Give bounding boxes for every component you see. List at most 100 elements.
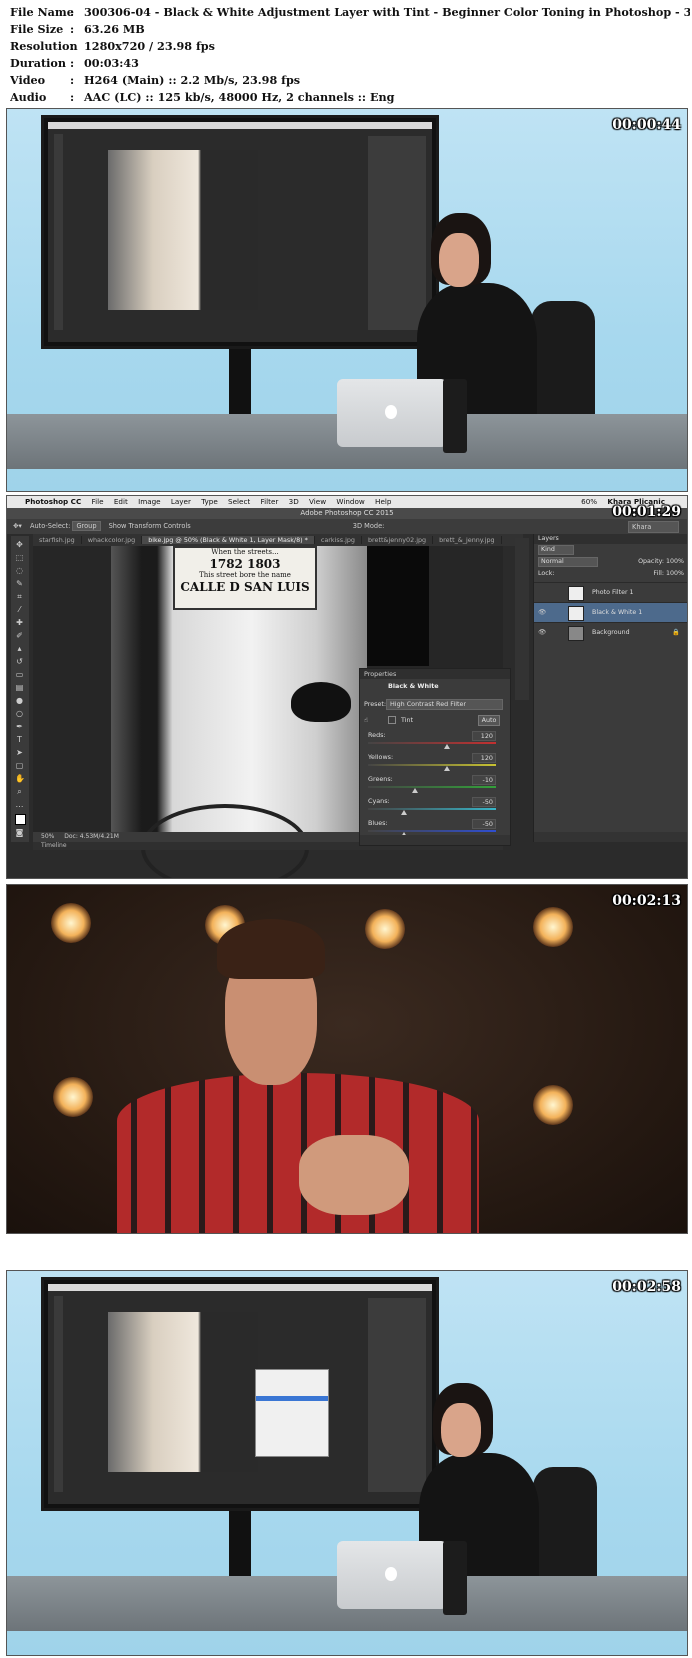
slider-knob[interactable] [400,810,407,815]
bike-seat [291,682,351,722]
menu-help[interactable]: Help [375,497,391,506]
layer-photo-filter[interactable]: Photo Filter 1 [534,582,687,602]
slider-knob[interactable] [444,766,451,771]
slider-value-field[interactable]: 120 [472,753,496,763]
move-tool-icon[interactable]: ✥ [15,540,24,549]
light-bulb [53,1077,93,1117]
presenter-face [439,233,479,287]
more-tools-icon[interactable]: … [15,800,24,809]
healing-tool-icon[interactable]: ✚ [15,618,24,627]
opacity-control[interactable]: Opacity: 100% [638,556,684,568]
auto-select-label[interactable]: Auto-Select: [30,522,70,530]
slider-track[interactable] [368,742,496,744]
type-tool-icon[interactable]: T [15,735,24,744]
path-select-icon[interactable]: ➤ [15,748,24,757]
water-bottle [443,379,467,453]
fill-value[interactable]: 100% [666,570,684,577]
layer-name[interactable]: Background [592,623,630,642]
tab-brett-jenny02[interactable]: brett&jenny02.jpg [362,536,434,544]
gradient-tool-icon[interactable]: ▤ [15,683,24,692]
hand-tool-icon[interactable]: ✋ [15,774,25,783]
move-tool-icon[interactable]: ✥▾ [13,522,22,530]
slider-knob[interactable] [444,744,451,749]
slider-reds[interactable]: Reds: 120 [366,731,504,751]
stamp-tool-icon[interactable]: ▴ [15,644,24,653]
menu-type[interactable]: Type [201,497,218,506]
zoom-level[interactable]: 50% [41,833,54,840]
tab-bike[interactable]: bike.jpg @ 50% (Black & White 1, Layer M… [142,536,315,544]
slider-value-field[interactable]: -10 [472,775,496,785]
panel-icon-column [515,538,529,700]
menu-3d[interactable]: 3D [289,497,299,506]
presenter-hands [299,1135,409,1215]
opacity-value[interactable]: 100% [666,558,684,565]
slider-track[interactable] [368,808,496,810]
tab-starfish[interactable]: starfish.jpg [33,536,82,544]
visibility-eye-icon[interactable]: 👁 [538,603,546,622]
properties-header[interactable]: Properties [360,669,510,679]
quick-select-tool-icon[interactable]: ✎ [15,579,24,588]
shape-tool-icon[interactable]: ▢ [15,761,24,770]
filter-kind-dropdown[interactable]: Kind [538,545,574,555]
eraser-tool-icon[interactable]: ▭ [15,670,24,679]
slider-value-field[interactable]: 120 [472,731,496,741]
info-key: Audio [10,90,47,104]
menu-file[interactable]: File [92,497,104,506]
quick-mask-icon[interactable]: ◙ [15,828,24,837]
blur-tool-icon[interactable]: ● [15,696,24,705]
slider-track[interactable] [368,786,496,788]
menu-edit[interactable]: Edit [114,497,128,506]
layers-header[interactable]: Layers [534,534,687,544]
menu-layer[interactable]: Layer [171,497,191,506]
layer-thumbnail [568,626,584,641]
auto-button[interactable]: Auto [478,715,500,726]
tab-whackcolor[interactable]: whackcolor.jpg [81,536,143,544]
slider-value-field[interactable]: -50 [472,797,496,807]
workspace-dropdown[interactable]: Khara [628,521,679,533]
menu-select[interactable]: Select [228,497,250,506]
menu-image[interactable]: Image [138,497,161,506]
visibility-eye-icon[interactable]: 👁 [538,623,546,642]
lasso-tool-icon[interactable]: ◌ [15,566,24,575]
presenter-shirt [117,1073,479,1233]
properties-title: Black & White [388,682,439,690]
menu-window[interactable]: Window [336,497,364,506]
tint-checkbox[interactable] [387,716,396,724]
slider-cyans[interactable]: Cyans: -50 [366,797,504,817]
preset-dropdown[interactable]: High Contrast Red Filter [386,699,503,710]
info-row-resolution: Resolution: 1280x720 / 23.98 fps [10,38,690,55]
blend-mode-dropdown[interactable]: Normal [538,557,598,567]
slider-value-field[interactable]: -50 [472,819,496,829]
auto-select-dropdown[interactable]: Group [72,521,101,531]
menu-app-name[interactable]: Photoshop CC [25,497,81,506]
brush-tool-icon[interactable]: ✐ [15,631,24,640]
layer-background[interactable]: 👁 Background 🔒 [534,622,687,642]
fill-control[interactable]: Fill: 100% [653,568,684,580]
crop-tool-icon[interactable]: ⌗ [15,592,24,601]
slider-greens[interactable]: Greens: -10 [366,775,504,795]
transform-controls-checkbox[interactable]: Show Transform Controls [109,522,191,530]
marquee-tool-icon[interactable]: ⬚ [15,553,24,562]
tab-brett-jenny[interactable]: brett_&_jenny.jpg [433,536,502,544]
pen-tool-icon[interactable]: ✒ [15,722,24,731]
color-swatch[interactable] [15,814,26,825]
history-brush-icon[interactable]: ↺ [15,657,24,666]
timestamp: 00:02:13 [612,893,681,909]
tab-carkiss[interactable]: carkiss.jpg [314,536,362,544]
slider-knob[interactable] [412,788,419,793]
fill-label: Fill: [653,570,664,577]
layer-name[interactable]: Photo Filter 1 [592,583,634,602]
menu-view[interactable]: View [309,497,326,506]
zoom-tool-icon[interactable]: ⌕ [15,787,24,796]
dodge-tool-icon[interactable]: ○ [15,709,24,718]
slider-track[interactable] [368,764,496,766]
targeted-adjust-icon[interactable]: ☝ [364,716,368,724]
lock-row: Lock: Fill: 100% [534,568,687,580]
layer-name[interactable]: Black & White 1 [592,603,642,622]
slider-track[interactable] [368,830,496,832]
menu-filter[interactable]: Filter [261,497,279,506]
slider-yellows[interactable]: Yellows: 120 [366,753,504,773]
layer-black-white[interactable]: 👁 Black & White 1 [534,602,687,622]
eyedropper-tool-icon[interactable]: ⁄ [15,605,24,614]
monitor-toolbar [54,1296,63,1492]
